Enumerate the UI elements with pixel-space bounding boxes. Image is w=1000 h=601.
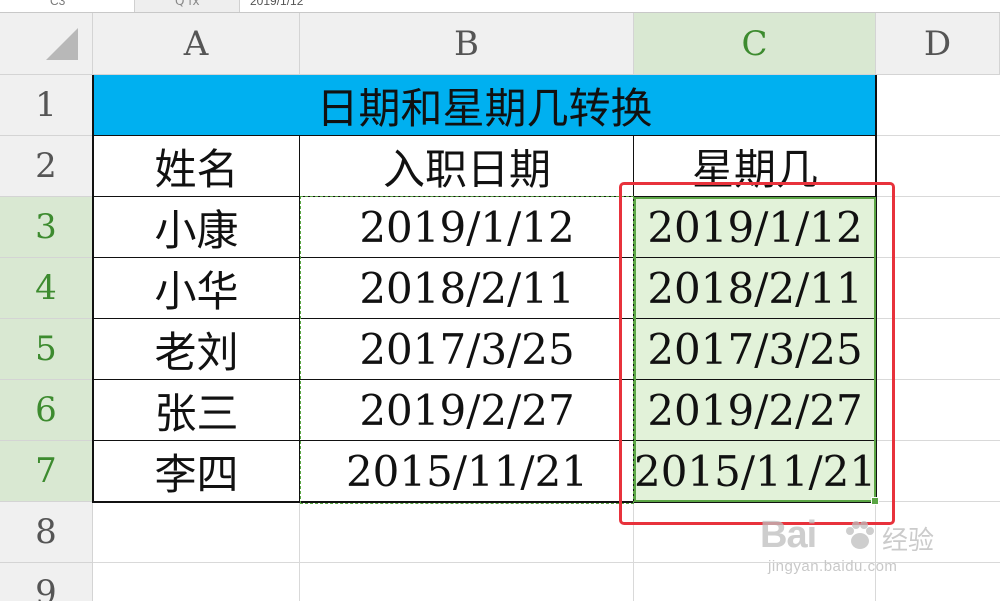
weekday-cell[interactable]: 2019/1/12 (634, 197, 876, 258)
row-header-7[interactable]: 7 (0, 441, 93, 502)
row-header-6[interactable]: 6 (0, 380, 93, 441)
row-header-8[interactable]: 8 (0, 502, 93, 563)
row-header-4[interactable]: 4 (0, 258, 93, 319)
select-all-triangle-icon (46, 28, 78, 60)
name-cell[interactable]: 老刘 (93, 319, 300, 380)
column-header-a[interactable]: A (93, 13, 300, 75)
sheet-title-cell[interactable]: 日期和星期几转换 (93, 75, 876, 136)
hire-date-cell[interactable]: 2018/2/11 (300, 258, 634, 319)
paw-icon (846, 521, 874, 549)
hire-date-cell[interactable]: 2015/11/21 (300, 441, 634, 502)
name-cell[interactable]: 李四 (93, 441, 300, 502)
hire-date-cell[interactable]: 2019/2/27 (300, 380, 634, 441)
column-header-b[interactable]: B (300, 13, 634, 75)
row-header-9[interactable]: 9 (0, 563, 93, 601)
header-weekday-cell[interactable]: 星期几 (634, 136, 876, 197)
watermark-brand: Bai (760, 514, 817, 556)
weekday-cell[interactable]: 2017/3/25 (634, 319, 876, 380)
row-header-5[interactable]: 5 (0, 319, 93, 380)
column-header-c[interactable]: C (634, 13, 876, 75)
header-name-cell[interactable]: 姓名 (93, 136, 300, 197)
weekday-cell[interactable]: 2018/2/11 (634, 258, 876, 319)
select-all-button[interactable] (0, 13, 93, 75)
formula-input[interactable]: 2019/1/12 (250, 0, 303, 8)
hire-date-cell[interactable]: 2017/3/25 (300, 319, 634, 380)
watermark-suffix: 经验 (882, 526, 935, 556)
header-hire-date-cell[interactable]: 入职日期 (300, 136, 634, 197)
row-header-2[interactable]: 2 (0, 136, 93, 197)
name-cell[interactable]: 张三 (93, 380, 300, 441)
name-cell[interactable]: 小华 (93, 258, 300, 319)
weekday-cell[interactable]: 2015/11/21 (634, 441, 876, 502)
formula-bar: C3 Q fx 2019/1/12 (0, 0, 1000, 13)
row-header-3[interactable]: 3 (0, 197, 93, 258)
watermark-url: jingyan.baidu.com (768, 558, 898, 575)
row-header-1[interactable]: 1 (0, 75, 93, 136)
weekday-cell[interactable]: 2019/2/27 (634, 380, 876, 441)
name-box[interactable]: C3 (0, 0, 132, 12)
spreadsheet-window: C3 Q fx 2019/1/12 A B C D 1 2 3 4 5 6 7 … (0, 0, 1000, 601)
column-header-d[interactable]: D (876, 13, 1000, 75)
hire-date-cell[interactable]: 2019/1/12 (300, 197, 634, 258)
name-cell[interactable]: 小康 (93, 197, 300, 258)
function-icon[interactable]: Q fx (175, 0, 200, 8)
fill-handle[interactable] (871, 497, 879, 505)
